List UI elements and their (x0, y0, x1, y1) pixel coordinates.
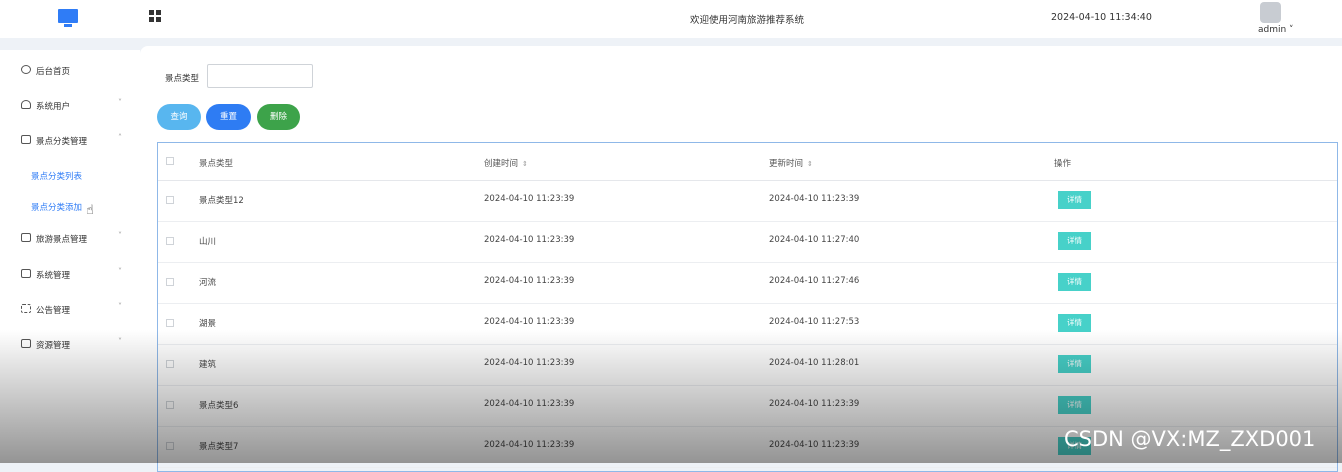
chevron-up-icon: ˄ (118, 133, 122, 142)
sidebar-item-label: 景点分类管理 (36, 137, 88, 147)
cell-type: 景点类型7 (199, 442, 239, 452)
chevron-down-icon: ˅ (118, 231, 122, 240)
welcome-text: 欢迎使用河南旅游推荐系统 (690, 15, 805, 26)
cell-updated: 2024-04-10 11:27:53 (769, 317, 860, 327)
cell-updated: 2024-04-10 11:23:39 (769, 440, 860, 450)
table-row: 湖景 2024-04-10 11:23:39 2024-04-10 11:27:… (158, 303, 1337, 345)
chevron-down-icon: ˅ (118, 302, 122, 311)
table-row: 建筑 2024-04-10 11:23:39 2024-04-10 11:28:… (158, 344, 1337, 386)
chevron-down-icon: ˅ (118, 98, 122, 107)
sidebar-item-label: 系统用户 (36, 102, 71, 112)
cell-type: 湖景 (199, 319, 217, 329)
cell-updated: 2024-04-10 11:27:46 (769, 276, 860, 286)
detail-button[interactable]: 详情 (1058, 355, 1091, 373)
row-checkbox[interactable] (166, 319, 174, 327)
sidebar-subitem-category-list[interactable]: 景点分类列表 (5, 160, 140, 190)
column-header-actions: 操作 (1054, 159, 1072, 169)
column-header-type: 景点类型 (199, 159, 234, 169)
reset-button[interactable]: 重置 (206, 104, 251, 130)
chevron-down-icon: ˅ (118, 337, 122, 346)
cell-created: 2024-04-10 11:23:39 (484, 194, 575, 204)
table-row: 景点类型6 2024-04-10 11:23:39 2024-04-10 11:… (158, 385, 1337, 427)
row-checkbox[interactable] (166, 237, 174, 245)
select-all-checkbox[interactable] (166, 157, 174, 165)
sidebar-item-label: 系统管理 (36, 271, 71, 281)
detail-button[interactable]: 详情 (1058, 273, 1091, 291)
row-checkbox[interactable] (166, 442, 174, 450)
column-header-created[interactable]: 创建时间 ⇕ (484, 157, 528, 169)
cell-type: 河流 (199, 278, 217, 288)
sidebar-item-resource-management[interactable]: 资源管理 ˅ (0, 329, 140, 359)
row-checkbox[interactable] (166, 196, 174, 204)
user-menu[interactable]: admin ˅ (1258, 25, 1294, 35)
sidebar-subitem-category-add[interactable]: 景点分类添加 (5, 191, 140, 221)
sidebar-subitem-label: 景点分类列表 (31, 172, 83, 182)
sidebar-item-label: 旅游景点管理 (36, 235, 88, 245)
sidebar-item-system-management[interactable]: 系统管理 ˅ (0, 259, 140, 289)
cell-type: 景点类型6 (199, 401, 239, 411)
sidebar-item-attraction-management[interactable]: 旅游景点管理 ˅ (0, 223, 140, 253)
sidebar-item-label: 资源管理 (36, 341, 71, 351)
cell-created: 2024-04-10 11:23:39 (484, 440, 575, 450)
detail-button[interactable]: 详情 (1058, 314, 1091, 332)
cell-updated: 2024-04-10 11:23:39 (769, 399, 860, 409)
detail-button[interactable]: 详情 (1058, 232, 1091, 250)
sparkle-icon (21, 304, 31, 313)
column-header-label: 更新时间 (769, 159, 804, 169)
avatar[interactable] (1260, 2, 1281, 23)
filter-label: 景点类型 (165, 74, 200, 84)
cell-type: 建筑 (199, 360, 217, 370)
sidebar-item-label: 公告管理 (36, 306, 71, 316)
detail-button[interactable]: 详情 (1058, 191, 1091, 209)
row-checkbox[interactable] (166, 401, 174, 409)
sort-icon[interactable]: ⇕ (807, 160, 813, 168)
cell-created: 2024-04-10 11:23:39 (484, 399, 575, 409)
hand-cursor-icon: ☝ (86, 203, 94, 218)
column-header-label: 创建时间 (484, 159, 519, 169)
folder-icon (21, 269, 31, 278)
chevron-down-icon: ˅ (118, 267, 122, 276)
cell-type: 景点类型12 (199, 196, 244, 206)
datetime: 2024-04-10 11:34:40 (1051, 12, 1152, 23)
cell-updated: 2024-04-10 11:27:40 (769, 235, 860, 245)
sidebar-item-label: 后台首页 (36, 67, 71, 77)
type-filter-input[interactable] (207, 64, 313, 88)
cell-updated: 2024-04-10 11:28:01 (769, 358, 860, 368)
clock-icon (21, 65, 31, 74)
row-checkbox[interactable] (166, 360, 174, 368)
card-icon (21, 233, 31, 242)
cell-type: 山川 (199, 237, 217, 247)
sidebar-item-notice-management[interactable]: 公告管理 ˅ (0, 294, 140, 324)
card-icon (21, 135, 31, 144)
monitor-icon[interactable] (58, 9, 78, 27)
user-icon (21, 100, 31, 109)
sort-icon[interactable]: ⇕ (522, 160, 528, 168)
table-header: 景点类型 创建时间 ⇕ 更新时间 ⇕ 操作 (158, 143, 1337, 181)
sidebar-item-category-management[interactable]: 景点分类管理 ˄ (0, 125, 140, 155)
box-icon (21, 339, 31, 348)
row-checkbox[interactable] (166, 278, 174, 286)
detail-button[interactable]: 详情 (1058, 396, 1091, 414)
cell-created: 2024-04-10 11:23:39 (484, 235, 575, 245)
sidebar-item-home[interactable]: 后台首页 (0, 55, 140, 85)
data-table: 景点类型 创建时间 ⇕ 更新时间 ⇕ 操作 景点类型12 2024-04-10 11… (157, 142, 1338, 472)
table-row: 景点类型12 2024-04-10 11:23:39 2024-04-10 11… (158, 180, 1337, 222)
sidebar-subitem-label: 景点分类添加 (31, 203, 83, 213)
cell-updated: 2024-04-10 11:23:39 (769, 194, 860, 204)
cell-created: 2024-04-10 11:23:39 (484, 358, 575, 368)
query-button[interactable]: 查询 (157, 104, 201, 130)
column-header-updated[interactable]: 更新时间 ⇕ (769, 157, 813, 169)
top-bar: 欢迎使用河南旅游推荐系统 2024-04-10 11:34:40 admin ˅ (0, 0, 1342, 38)
sidebar: 后台首页 系统用户 ˅ 景点分类管理 ˄ 景点分类列表 景点分类添加 旅游景点管… (0, 50, 140, 463)
main-panel: 景点类型 查询 重置 删除 景点类型 创建时间 ⇕ 更新时间 ⇕ 操作 景点类型12… (140, 46, 1342, 472)
sidebar-item-users[interactable]: 系统用户 ˅ (0, 90, 140, 120)
grid-icon[interactable] (149, 10, 162, 23)
watermark: CSDN @VX:MZ_ZXD001 (1064, 427, 1316, 451)
table-row: 河流 2024-04-10 11:23:39 2024-04-10 11:27:… (158, 262, 1337, 304)
cell-created: 2024-04-10 11:23:39 (484, 317, 575, 327)
cell-created: 2024-04-10 11:23:39 (484, 276, 575, 286)
table-row: 山川 2024-04-10 11:23:39 2024-04-10 11:27:… (158, 221, 1337, 263)
delete-button[interactable]: 删除 (257, 104, 300, 130)
